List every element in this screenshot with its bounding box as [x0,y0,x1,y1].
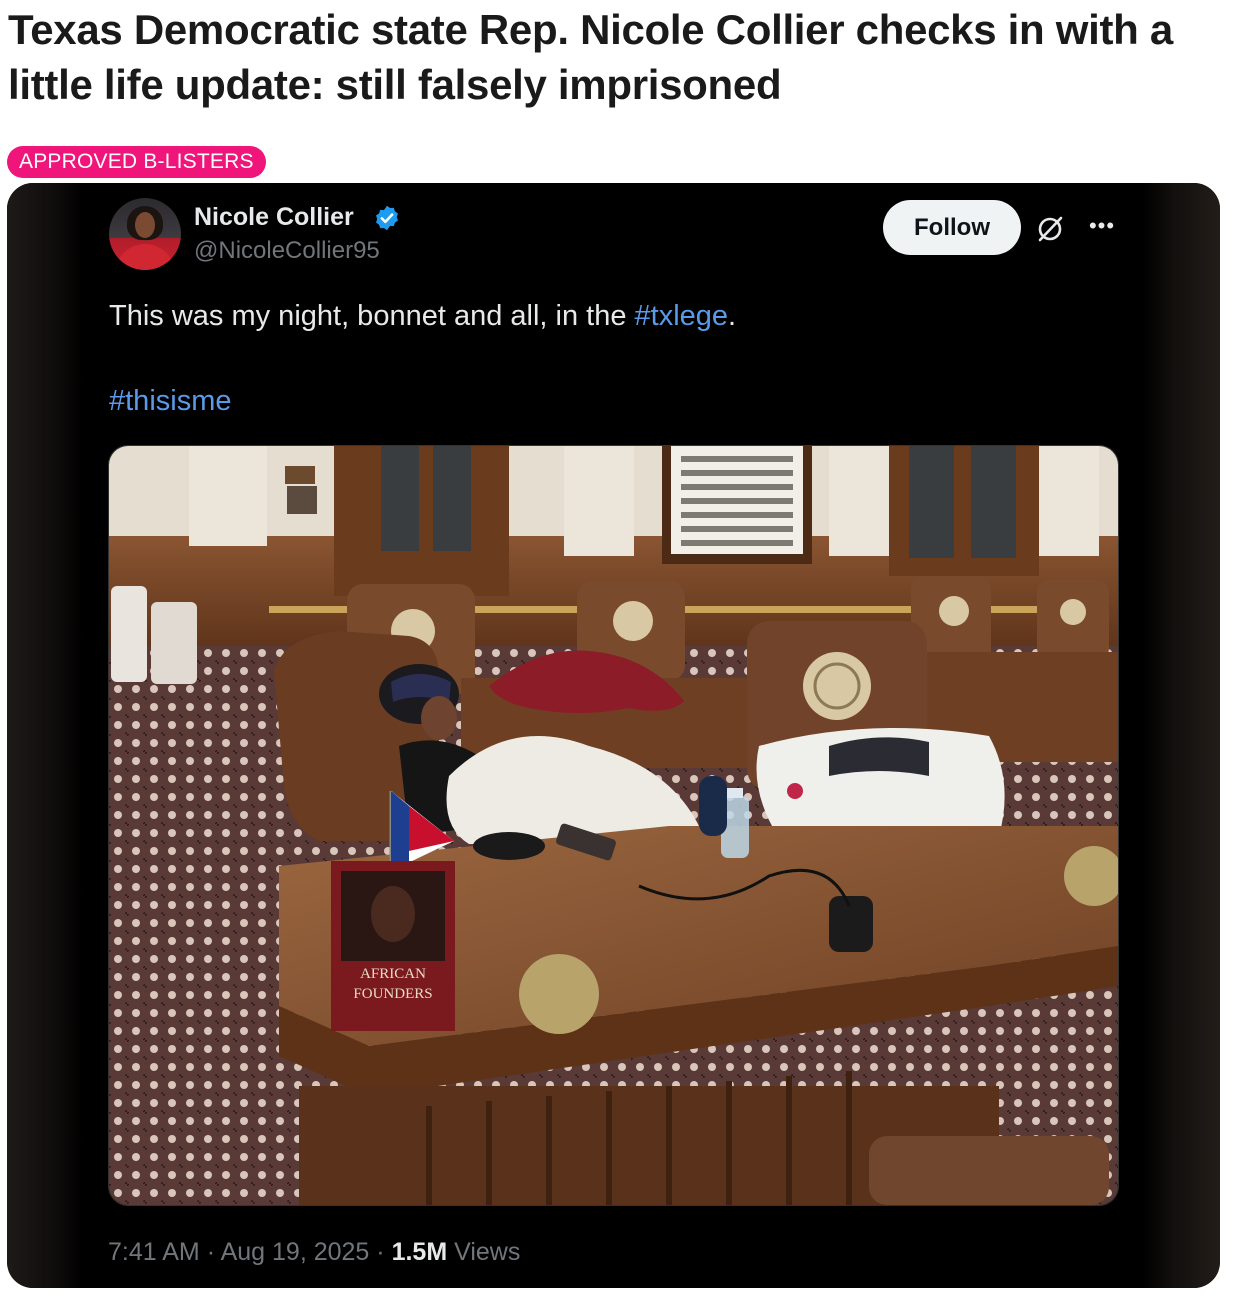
tweet-meta: 7:41 AM · Aug 19, 2025 · 1.5M Views [108,1238,521,1266]
card-edge-left [7,183,83,1288]
article-headline: Texas Democratic state Rep. Nicole Colli… [8,6,1173,108]
chamber-photo-illustration: AFRICAN FOUNDERS [109,446,1118,1205]
hashtag-txlege-link[interactable]: #txlege [635,300,729,332]
author-handle[interactable]: @NicoleCollier95 [194,236,380,266]
hashtag-thisisme-link[interactable]: #thisisme [109,381,232,421]
tweet-date[interactable]: Aug 19, 2025 [221,1238,370,1266]
book-title-line2: FOUNDERS [353,986,432,1002]
card-edge-right [1142,183,1220,1288]
author-name[interactable]: Nicole Collier [194,201,354,233]
views-count: 1.5M [391,1238,448,1266]
category-tag[interactable]: APPROVED B-LISTERS [7,146,266,178]
avatar[interactable] [109,198,181,270]
grok-icon[interactable] [1034,213,1066,245]
follow-button[interactable]: Follow [883,200,1021,255]
embedded-tweet-card: Nicole Collier @NicoleCollier95 Follow •… [7,183,1220,1288]
tweet-time[interactable]: 7:41 AM [108,1238,200,1266]
more-options-icon[interactable]: ••• [1085,209,1119,243]
book-title-line1: AFRICAN [360,966,426,982]
views-label: Views [454,1238,521,1266]
verified-badge-icon [376,205,398,231]
tweet-photo[interactable]: AFRICAN FOUNDERS [108,445,1119,1206]
tweet-text: This was my night, bonnet and all, in th… [109,300,737,332]
